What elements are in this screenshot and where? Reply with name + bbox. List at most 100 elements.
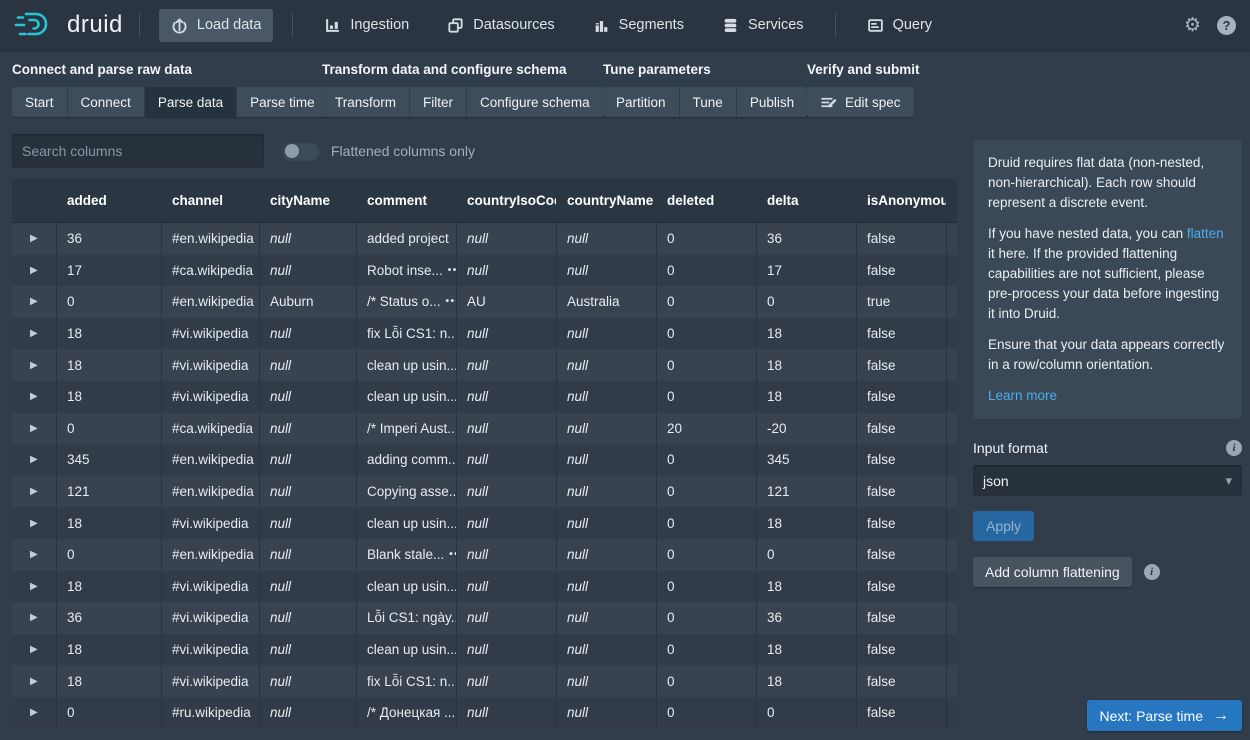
top-nav: druid Load data Ingestion Datasources Segme… <box>0 0 1250 50</box>
cell-added: 18 <box>57 381 162 413</box>
table-row: ▶18#vi.wikipedianullfix Lỗi CS1: n...nul… <box>12 318 957 350</box>
expand-row-icon[interactable]: ▶ <box>22 549 38 560</box>
expand-row-icon[interactable]: ▶ <box>22 391 38 402</box>
nav-item-datasources[interactable]: Datasources <box>435 9 566 42</box>
step-parse-time[interactable]: Parse time <box>237 87 328 117</box>
cell-deleted: 0 <box>657 318 757 350</box>
nav-item-load-data[interactable]: Load data <box>159 9 274 42</box>
next-parse-time-button[interactable]: Next: Parse time → <box>1087 700 1242 731</box>
step-group-verify-and-submit: Verify and submitEdit spec <box>807 62 920 117</box>
truncated-more-icon[interactable]: ••• <box>449 549 457 560</box>
cell-added: 345 <box>57 444 162 476</box>
input-format-select[interactable]: json ▾ <box>973 465 1242 496</box>
cell-delta: 18 <box>757 349 857 381</box>
cell-i: t <box>947 602 957 634</box>
cell-deleted: 0 <box>657 697 757 729</box>
expand-row-icon[interactable]: ▶ <box>22 518 38 529</box>
expand-row-icon[interactable]: ▶ <box>22 296 38 307</box>
help-icon[interactable]: ? <box>1217 16 1236 35</box>
input-format-row: Input format i <box>973 440 1242 456</box>
info-callout: Druid requires flat data (non-nested, no… <box>973 140 1242 419</box>
flatten-link[interactable]: flatten <box>1187 226 1224 241</box>
brand[interactable]: druid <box>14 9 123 41</box>
expand-row-icon[interactable]: ▶ <box>22 676 38 687</box>
expand-row-icon[interactable]: ▶ <box>22 486 38 497</box>
nav-item-query[interactable]: Query <box>855 9 945 42</box>
search-input[interactable] <box>12 134 264 168</box>
cell-delta: 121 <box>757 476 857 508</box>
cell-added: 18 <box>57 507 162 539</box>
gear-icon[interactable]: ⚙ <box>1184 16 1201 35</box>
row-expander-cell: ▶ <box>12 507 57 539</box>
ingestion-icon <box>324 17 341 34</box>
table-row: ▶345#en.wikipedianulladding comm...nulln… <box>12 444 957 476</box>
cell-i: f <box>947 571 957 603</box>
nav-item-ingestion[interactable]: Ingestion <box>312 9 421 42</box>
nav-item-services[interactable]: Services <box>710 9 816 42</box>
cell-delta: -20 <box>757 413 857 445</box>
step-label: Start <box>25 95 54 110</box>
step-partition[interactable]: Partition <box>603 87 680 117</box>
nav-item-label: Ingestion <box>350 17 409 33</box>
step-group-transform-data-and-configure-schema: Transform data and configure schemaTrans… <box>322 62 603 117</box>
expand-row-icon[interactable]: ▶ <box>22 328 38 339</box>
step-tune[interactable]: Tune <box>680 87 737 117</box>
cell-countryname: null <box>557 507 657 539</box>
step-connect[interactable]: Connect <box>68 87 145 117</box>
row-expander-cell: ▶ <box>12 255 57 287</box>
cell-deleted: 0 <box>657 444 757 476</box>
cell-added: 18 <box>57 318 162 350</box>
truncated-more-icon[interactable]: ••• <box>446 296 457 307</box>
step-filter[interactable]: Filter <box>410 87 467 117</box>
expand-row-icon[interactable]: ▶ <box>22 581 38 592</box>
expand-row-icon[interactable]: ▶ <box>22 233 38 244</box>
step-transform[interactable]: Transform <box>322 87 410 117</box>
step-configure-schema[interactable]: Configure schema <box>467 87 603 117</box>
cell-delta: 18 <box>757 318 857 350</box>
column-header-isanonymous: isAnonymous <box>857 179 947 222</box>
table-row: ▶18#vi.wikipedianullfix Lỗi CS1: n...nul… <box>12 665 957 697</box>
step-parse-data[interactable]: Parse data <box>145 87 237 117</box>
expand-row-icon[interactable]: ▶ <box>22 423 38 434</box>
add-column-flattening-button[interactable]: Add column flattening <box>973 557 1132 587</box>
nav-divider <box>292 13 293 37</box>
row-expander-cell: ▶ <box>12 665 57 697</box>
cell-delta: 17 <box>757 255 857 287</box>
expand-row-icon[interactable]: ▶ <box>22 360 38 371</box>
cell-cityname: null <box>260 665 357 697</box>
cell-countryisocode: AU <box>457 286 557 318</box>
cell-added: 0 <box>57 413 162 445</box>
apply-button[interactable]: Apply <box>973 511 1034 541</box>
cell-countryname: null <box>557 223 657 255</box>
column-header-expander <box>12 179 57 222</box>
learn-more-link[interactable]: Learn more <box>988 388 1057 403</box>
nav-item-segments[interactable]: Segments <box>581 9 696 42</box>
expand-row-icon[interactable]: ▶ <box>22 612 38 623</box>
expand-row-icon[interactable]: ▶ <box>22 265 38 276</box>
step-publish[interactable]: Publish <box>737 87 807 117</box>
row-expander-cell: ▶ <box>12 476 57 508</box>
step-group-connect-and-parse-raw-data: Connect and parse raw dataStartConnectPa… <box>12 62 328 117</box>
table-row: ▶18#vi.wikipedianullclean up usin...null… <box>12 381 957 413</box>
info-icon[interactable]: i <box>1226 440 1242 456</box>
cell-countryname: null <box>557 571 657 603</box>
flattened-columns-toggle[interactable] <box>282 141 320 161</box>
cell-added: 18 <box>57 571 162 603</box>
step-edit-spec[interactable]: Edit spec <box>807 87 914 117</box>
cell-i: t <box>947 318 957 350</box>
expand-row-icon[interactable]: ▶ <box>22 454 38 465</box>
table-row: ▶0#ca.wikipedianull/* Imperi Aust...null… <box>12 413 957 445</box>
cell-added: 36 <box>57 223 162 255</box>
cell-i: f <box>947 413 957 445</box>
step-start[interactable]: Start <box>12 87 68 117</box>
cell-isanonymous: false <box>857 476 947 508</box>
cell-cityname: null <box>260 349 357 381</box>
expand-row-icon[interactable]: ▶ <box>22 707 38 718</box>
sidebar: Druid requires flat data (non-nested, no… <box>973 140 1242 587</box>
nav-items: Load data Ingestion Datasources Segments Ser… <box>152 0 951 50</box>
nav-divider <box>835 13 836 37</box>
info-icon[interactable]: i <box>1144 564 1160 580</box>
truncated-more-icon[interactable]: ••• <box>448 265 457 276</box>
row-expander-cell: ▶ <box>12 697 57 729</box>
expand-row-icon[interactable]: ▶ <box>22 644 38 655</box>
